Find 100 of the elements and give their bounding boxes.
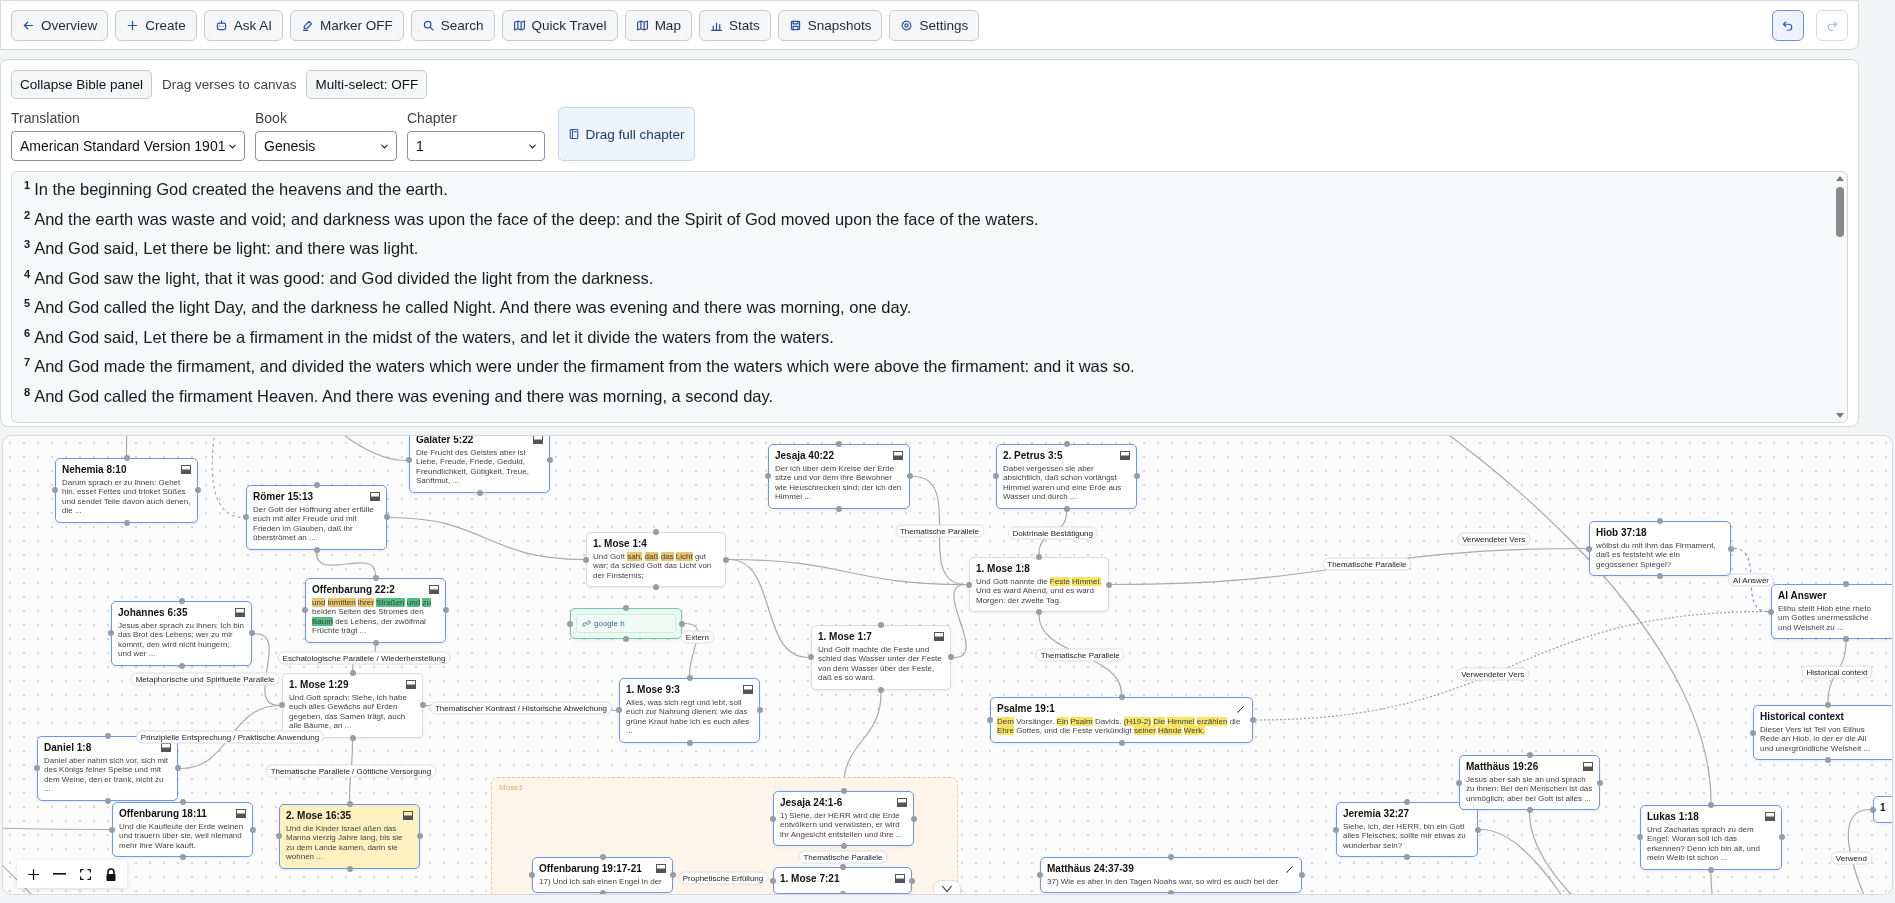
connection-handle[interactable] [349, 670, 356, 676]
connection-handle[interactable] [1768, 608, 1774, 615]
connection-handle[interactable] [52, 487, 58, 494]
verse-card[interactable]: Lukas 1:18 Und Zacharias sprach zu dem Engel: Woran soll ich das erkennen? Denn ich bin alt, und mein Weib ist schon ... [1640, 805, 1782, 870]
card-icon[interactable] [934, 632, 944, 641]
card-icon[interactable] [403, 811, 413, 820]
connection-handle[interactable] [836, 505, 842, 512]
verse-card[interactable]: 1. Mose 1:8 Und Gott nannte die Feste Himmel. Und es ward Abend, und es ward Morgen: der zweite Tag. [969, 557, 1109, 613]
connection-handle[interactable] [679, 620, 685, 627]
connection-handle[interactable] [1299, 872, 1305, 879]
verse-card[interactable]: Nehemia 8:10 Darum sprach er zu ihnen: Gehet hin, esset Fettes und trinket Süßes und sendet Teile davon auch denen, die ... [55, 458, 198, 523]
card-icon[interactable] [897, 798, 907, 807]
connection-handle[interactable] [1404, 799, 1410, 805]
connection-handle[interactable] [1063, 505, 1070, 512]
connection-handle[interactable] [878, 622, 884, 628]
card-icon[interactable] [161, 743, 171, 752]
connection-handle[interactable] [765, 473, 771, 480]
card-icon[interactable] [370, 492, 380, 501]
connection-handle[interactable] [529, 872, 535, 879]
connection-handle[interactable] [1134, 473, 1140, 480]
connection-handle[interactable] [1036, 554, 1042, 560]
connection-handle[interactable] [1333, 826, 1339, 833]
card-icon[interactable] [1120, 451, 1130, 460]
card-icon[interactable] [1765, 812, 1775, 821]
card-icon[interactable] [533, 436, 543, 444]
connection-handle[interactable] [372, 575, 379, 581]
link-field[interactable]: google h [576, 614, 676, 633]
undo-button[interactable] [1772, 9, 1804, 41]
connection-handle[interactable] [966, 581, 972, 588]
connection-handle[interactable] [349, 734, 356, 741]
connection-handle[interactable] [443, 607, 449, 614]
connection-handle[interactable] [1250, 716, 1256, 723]
connection-handle[interactable] [770, 877, 776, 884]
connection-handle[interactable] [276, 833, 282, 840]
verse-card[interactable]: Römer 15:13 Der Gott der Hoffnung aber erfülle euch mit aller Freude und mit Frieden im Glauben, daß ihr überströmet an ... [246, 485, 387, 550]
verse-card[interactable]: Hiob 37:18 wölbst du mit ihm das Firmament, daß es feststeht wie ein gegossener Spiegel? [1589, 521, 1731, 577]
toolbar-button[interactable]: Stats [698, 9, 771, 41]
connection-handle[interactable] [770, 815, 776, 822]
verse-card[interactable]: Historical context Dieser Vers ist Teil von Elihus Rede an Hiob, in der er die All und unergründliche Weisheit ... [1753, 705, 1892, 761]
connection-handle[interactable] [623, 605, 629, 611]
dropdown[interactable]: 1 [407, 131, 545, 161]
connection-handle[interactable] [653, 584, 659, 591]
connection-handle[interactable] [757, 707, 763, 714]
connection-handle[interactable] [1063, 441, 1070, 447]
verse-card[interactable]: Offenbarung 22:2 und inmitten ihrer Straßen und zu beiden Seiten des Stromes den Baum des Lebens, der zwölfmal Früchte trägt ... [305, 578, 446, 643]
verse-card[interactable]: 1. Mose 7:21 [773, 867, 912, 894]
collapse-panel-button[interactable]: Collapse Bible panel [11, 70, 153, 99]
dropdown[interactable]: American Standard Version 1901 [11, 131, 245, 161]
connection-handle[interactable] [1637, 834, 1643, 841]
connection-handle[interactable] [195, 487, 201, 494]
collapse-button[interactable] [933, 880, 961, 894]
connection-handle[interactable] [599, 890, 606, 894]
connection-handle[interactable] [907, 473, 913, 480]
connection-handle[interactable] [302, 607, 308, 614]
connection-handle[interactable] [670, 872, 676, 879]
verse-card[interactable]: Offenbarung 18:11 Und die Kaufleute der Erde weinen und trauern über sie, weil niemand mehr ihre Ware kauft. [112, 802, 253, 858]
link-node[interactable]: google h [570, 608, 682, 639]
connection-handle[interactable] [1870, 806, 1876, 813]
verse-text[interactable]: And God said, Let there be a firmament in the midst of the waters, and let it divide the waters from the waters. [34, 327, 834, 346]
toolbar-button[interactable]: Overview [11, 9, 109, 41]
connection-handle[interactable] [1404, 854, 1410, 861]
connection-handle[interactable] [1708, 802, 1714, 808]
connection-handle[interactable] [1843, 581, 1849, 587]
verse-text[interactable]: And God saw the light, that it was good: and God divided the light from the darkness. [34, 268, 654, 287]
verse-card[interactable]: Offenbarung 19:17-21 17) Und ich sah einen Engel in der [532, 857, 673, 894]
connection-handle[interactable] [346, 801, 353, 807]
verse-card[interactable]: 1. Mose 1:4 Und Gott sah, daß das Licht gut war; da schied Gott das Licht von der Finsternis; [586, 532, 726, 588]
connection-handle[interactable] [1456, 779, 1462, 786]
connection-handle[interactable] [179, 854, 186, 861]
card-icon[interactable] [656, 864, 666, 873]
verse-card[interactable]: AI Answer Elihu stellt Hiob eine rheto um Gottes unermessliche und Weisheit zu ... [1771, 584, 1892, 640]
connection-handle[interactable] [1750, 729, 1756, 736]
connection-handle[interactable] [1106, 581, 1112, 588]
verse-card[interactable]: 2. Petrus 3:5 Dabei vergessen sie aber absichtlich, daß schon vorlängst Himmel waren und eine Erde aus Wasser und durch ... [996, 444, 1137, 509]
connection-handle[interactable] [420, 702, 426, 709]
connection-handle[interactable] [1825, 702, 1831, 708]
connection-handle[interactable] [175, 765, 181, 772]
connection-handle[interactable] [909, 877, 915, 884]
connection-handle[interactable] [178, 662, 185, 669]
connection-handle[interactable] [123, 455, 130, 461]
connection-handle[interactable] [279, 702, 285, 709]
connection-handle[interactable] [108, 630, 114, 637]
card-icon[interactable] [429, 585, 439, 594]
toolbar-button[interactable]: Snapshots [777, 9, 883, 41]
drag-chapter-button[interactable]: Drag full chapter [558, 107, 695, 161]
toolbar-button[interactable]: Map [624, 9, 692, 41]
connection-handle[interactable] [243, 514, 249, 521]
card-icon[interactable] [235, 608, 245, 617]
card-icon[interactable] [743, 685, 753, 694]
connection-handle[interactable] [1118, 694, 1125, 700]
connection-handle[interactable] [839, 864, 846, 870]
connection-handle[interactable] [1825, 757, 1831, 764]
connection-handle[interactable] [1728, 545, 1734, 552]
verse-card[interactable]: 1. Mose 9:3 Alles, was sich regt und lebt, soll euch zur Nahrung dienen; wie das grüne Kraut habe ich es euch alles ... [619, 678, 760, 743]
toolbar-button[interactable]: Search [410, 9, 495, 41]
connection-handle[interactable] [836, 441, 842, 447]
card-icon[interactable] [893, 451, 903, 460]
verse-text[interactable]: And God called the firmament Heaven. And there was evening and there was morning, a second day. [34, 386, 774, 405]
connection-handle[interactable] [547, 457, 553, 464]
verse-text[interactable]: And God called the light Day, and the darkness he called Night. And there was evening and there was morning, one day. [34, 298, 912, 316]
